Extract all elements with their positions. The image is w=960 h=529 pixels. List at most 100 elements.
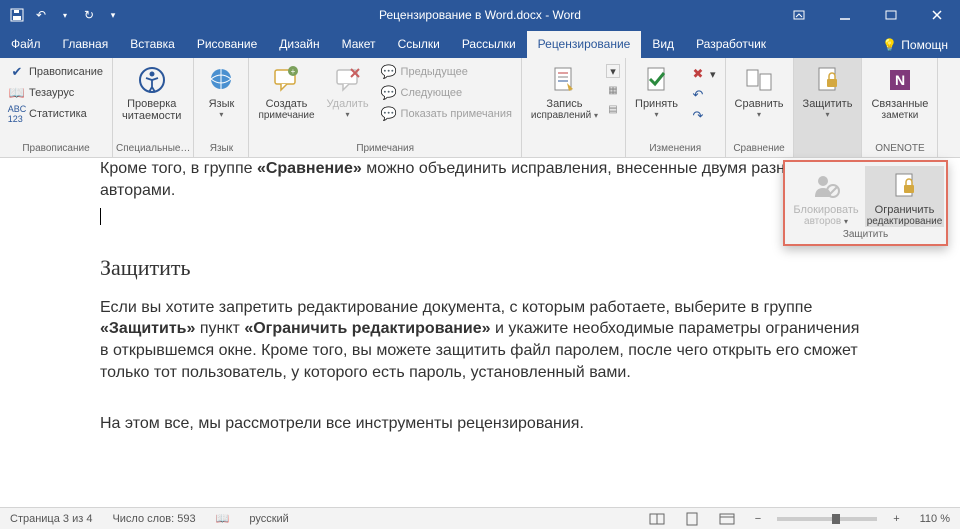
delete-comment-icon bbox=[332, 64, 364, 96]
zoom-out-button[interactable]: − bbox=[751, 513, 765, 525]
redo-icon[interactable]: ↻ bbox=[80, 6, 98, 24]
check-accessibility-button[interactable]: Проверка читаемости bbox=[116, 60, 187, 122]
tab-draw[interactable]: Рисование bbox=[186, 31, 268, 58]
thesaurus-button[interactable]: 📖Тезаурус bbox=[5, 83, 107, 103]
read-mode-view[interactable] bbox=[645, 512, 669, 526]
print-layout-view[interactable] bbox=[681, 512, 703, 526]
ribbon-tabs: Файл Главная Вставка Рисование Дизайн Ма… bbox=[0, 30, 960, 58]
next-change-button[interactable]: ↷ bbox=[686, 106, 720, 126]
prev-change-icon: ↶ bbox=[690, 87, 706, 103]
language-button[interactable]: Язык ▾ bbox=[197, 60, 245, 119]
word-count-button[interactable]: ABC123Статистика bbox=[5, 104, 107, 124]
para-conclusion: На этом все, мы рассмотрели все инструме… bbox=[100, 413, 860, 435]
thesaurus-icon: 📖 bbox=[9, 85, 25, 101]
tell-me[interactable]: 💡Помощн bbox=[870, 32, 960, 58]
group-onenote: N Связанные заметки ONENOTE bbox=[862, 58, 938, 157]
zoom-level[interactable]: 110 % bbox=[916, 513, 954, 525]
next-comment-icon: 💬 bbox=[381, 85, 397, 101]
group-label-language: Язык bbox=[197, 141, 245, 157]
tab-developer[interactable]: Разработчик bbox=[685, 31, 777, 58]
zoom-slider[interactable] bbox=[777, 517, 877, 521]
page-content: Кроме того, в группе «Сравнение» можно о… bbox=[90, 158, 870, 507]
ribbon-display-icon[interactable] bbox=[776, 0, 822, 30]
pane-dropdown[interactable]: ▤ bbox=[606, 102, 620, 116]
tab-review[interactable]: Рецензирование bbox=[527, 31, 642, 58]
display-dropdown[interactable]: ▾ bbox=[606, 64, 620, 78]
tab-insert[interactable]: Вставка bbox=[119, 31, 186, 58]
new-comment-icon: + bbox=[270, 64, 302, 96]
titlebar: ↶ ▾ ↻ ▾ Рецензирование в Word.docx - Wor… bbox=[0, 0, 960, 30]
prev-comment-icon: 💬 bbox=[381, 64, 397, 80]
minimize-icon[interactable] bbox=[822, 0, 868, 30]
protect-button[interactable]: Защитить ▾ bbox=[797, 60, 859, 119]
group-label-changes: Изменения bbox=[629, 141, 722, 157]
qat-customize[interactable]: ▾ bbox=[104, 6, 122, 24]
page-number-status[interactable]: Страница 3 из 4 bbox=[6, 513, 96, 525]
tab-design[interactable]: Дизайн bbox=[268, 31, 330, 58]
group-comments: + Создать примечание Удалить ▾ 💬Предыдущ… bbox=[249, 58, 521, 157]
language-status[interactable]: русский bbox=[245, 513, 292, 525]
reject-icon: ✖ bbox=[690, 66, 706, 82]
group-proofing: ✔Правописание 📖Тезаурус ABC123Статистика… bbox=[0, 58, 113, 157]
text-cursor-line bbox=[100, 207, 860, 225]
group-compare: Сравнить ▾ Сравнение bbox=[726, 58, 794, 157]
group-language: Язык ▾ Язык bbox=[194, 58, 249, 157]
group-accessibility: Проверка читаемости Специальные… bbox=[113, 58, 194, 157]
previous-comment-button[interactable]: 💬Предыдущее bbox=[377, 62, 516, 82]
tell-me-label: Помощн bbox=[901, 38, 948, 52]
tab-home[interactable]: Главная bbox=[52, 31, 120, 58]
svg-text:N: N bbox=[895, 72, 905, 88]
compare-button[interactable]: Сравнить ▾ bbox=[729, 60, 790, 119]
maximize-icon[interactable] bbox=[868, 0, 914, 30]
tab-mailings[interactable]: Рассылки bbox=[451, 31, 527, 58]
spell-status[interactable]: 📖 bbox=[212, 512, 234, 525]
accept-button[interactable]: Принять ▾ bbox=[629, 60, 684, 119]
quick-access-toolbar: ↶ ▾ ↻ ▾ bbox=[0, 6, 122, 24]
group-label-protect bbox=[797, 141, 859, 157]
web-layout-view[interactable] bbox=[715, 512, 739, 526]
spelling-icon: ✔ bbox=[9, 64, 25, 80]
onenote-icon: N bbox=[884, 64, 916, 96]
chevron-down-icon: ▾ bbox=[219, 110, 223, 119]
delete-comment-button[interactable]: Удалить ▾ bbox=[321, 60, 375, 119]
ribbon: ✔Правописание 📖Тезаурус ABC123Статистика… bbox=[0, 58, 960, 158]
zoom-in-button[interactable]: + bbox=[889, 513, 903, 525]
tab-references[interactable]: Ссылки bbox=[387, 31, 451, 58]
next-comment-button[interactable]: 💬Следующее bbox=[377, 83, 516, 103]
linked-notes-button[interactable]: N Связанные заметки bbox=[865, 60, 934, 121]
chevron-down-icon: ▾ bbox=[844, 217, 848, 226]
show-comments-button[interactable]: 💬Показать примечания bbox=[377, 104, 516, 124]
group-tracking: Запись исправлений ▾ ▾ ▦ ▤ bbox=[522, 58, 626, 157]
close-icon[interactable] bbox=[914, 0, 960, 30]
chevron-down-icon: ▾ bbox=[346, 110, 350, 119]
markup-dropdown[interactable]: ▦ bbox=[606, 83, 620, 97]
restrict-editing-button[interactable]: Ограничить редактирование bbox=[865, 166, 944, 227]
show-comments-icon: 💬 bbox=[381, 106, 397, 122]
group-label-compare: Сравнение bbox=[729, 141, 790, 157]
save-icon[interactable] bbox=[8, 6, 26, 24]
tab-view[interactable]: Вид bbox=[641, 31, 685, 58]
window-title: Рецензирование в Word.docx - Word bbox=[379, 8, 581, 22]
tab-layout[interactable]: Макет bbox=[331, 31, 387, 58]
new-comment-button[interactable]: + Создать примечание bbox=[252, 60, 320, 121]
word-count-status[interactable]: Число слов: 593 bbox=[108, 513, 199, 525]
reject-button[interactable]: ✖▾ bbox=[686, 64, 720, 84]
block-authors-button[interactable]: Блокировать авторов ▾ bbox=[787, 166, 865, 227]
para-protect: Если вы хотите запретить редактирование … bbox=[100, 297, 860, 383]
zoom-slider-thumb[interactable] bbox=[832, 514, 840, 524]
book-icon: 📖 bbox=[216, 512, 230, 525]
undo-dropdown[interactable]: ▾ bbox=[56, 6, 74, 24]
group-label-tracking bbox=[525, 141, 622, 157]
popup-group-label: Защитить bbox=[787, 227, 944, 242]
language-icon bbox=[205, 64, 237, 96]
track-changes-button[interactable]: Запись исправлений ▾ bbox=[525, 60, 604, 121]
block-authors-icon bbox=[810, 170, 842, 202]
chevron-down-icon: ▾ bbox=[757, 110, 761, 119]
prev-change-button[interactable]: ↶ bbox=[686, 85, 720, 105]
window-controls bbox=[776, 0, 960, 30]
heading-protect: Защитить bbox=[100, 253, 860, 283]
spelling-button[interactable]: ✔Правописание bbox=[5, 62, 107, 82]
track-changes-icon bbox=[548, 64, 580, 96]
undo-icon[interactable]: ↶ bbox=[32, 6, 50, 24]
tab-file[interactable]: Файл bbox=[0, 31, 52, 58]
